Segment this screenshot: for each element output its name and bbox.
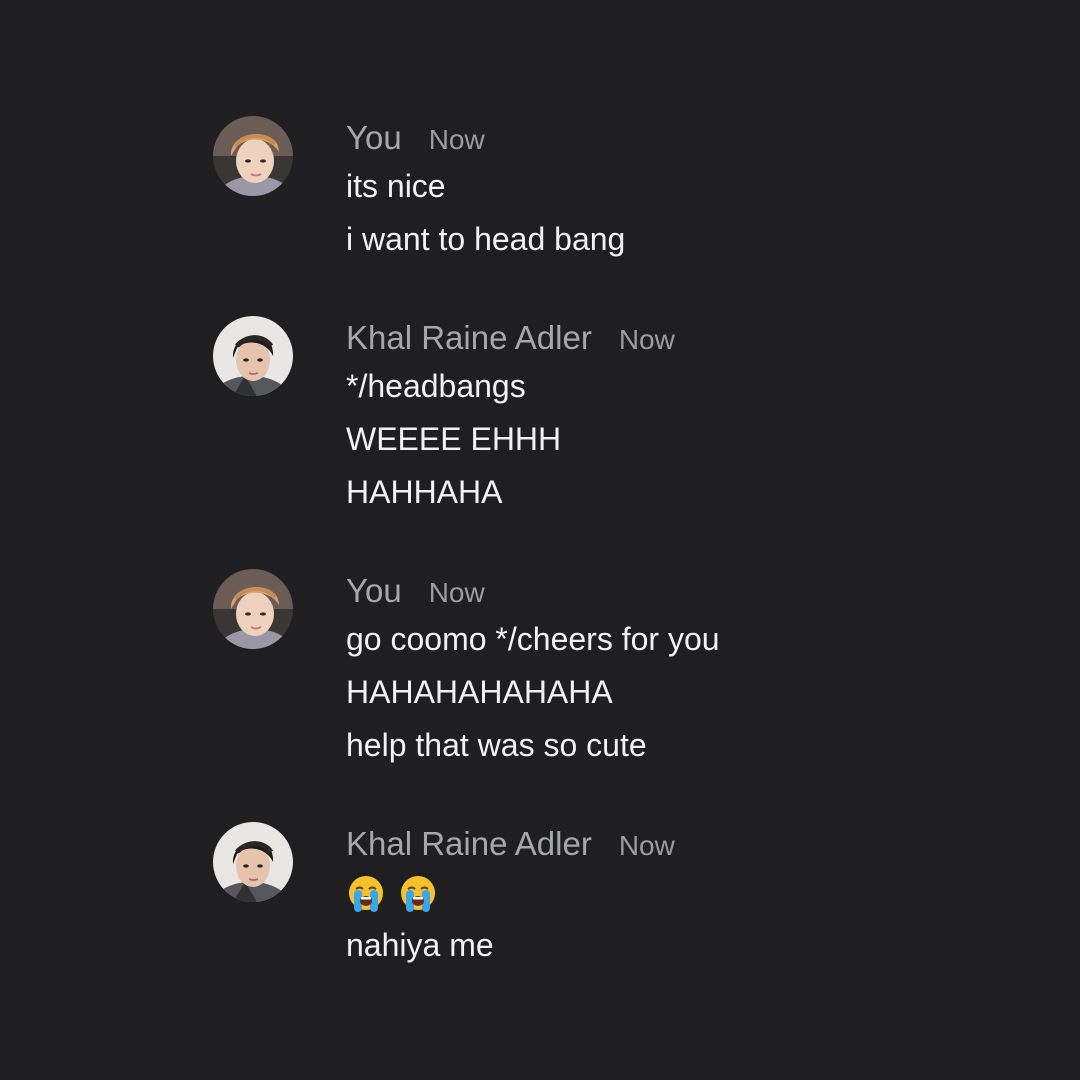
message-timestamp: Now [618, 324, 675, 355]
message-timestamp: Now [428, 577, 485, 608]
message-timestamp: Now [428, 124, 485, 155]
message-content: Khal Raine Adler Now */headbangs WEEEE E… [346, 316, 675, 519]
message-text: HAHAHAHAHAHA [346, 674, 613, 710]
message-header: You Now [346, 569, 720, 613]
message-content: You Now go coomo */cheers for you HAHAHA… [346, 569, 720, 772]
message-text: i want to head bang [346, 221, 626, 257]
loudly-crying-face-icon [401, 875, 435, 912]
author-name: Khal Raine Adler [346, 319, 592, 356]
self-avatar[interactable] [213, 116, 293, 196]
contact-avatar[interactable] [213, 822, 293, 902]
message-text: its nice [346, 168, 446, 204]
author-name: Khal Raine Adler [346, 825, 592, 862]
message-text: go coomo */cheers for you [346, 621, 720, 657]
message-text: HAHHAHA [346, 474, 503, 510]
contact-avatar[interactable] [213, 316, 293, 396]
author-name: You [346, 119, 402, 156]
message-header: Khal Raine Adler Now [346, 822, 675, 866]
message-text: nahiya me [346, 927, 494, 963]
contact-avatar-image [213, 822, 293, 902]
emoji-row [346, 866, 675, 919]
chat-thread: You Now its nice i want to head bang Kha… [0, 0, 1080, 1080]
author-name: You [346, 572, 402, 609]
message-header: You Now [346, 116, 625, 160]
contact-avatar-image [213, 316, 293, 396]
loudly-crying-face-icon [349, 875, 383, 912]
message-timestamp: Now [618, 830, 675, 861]
self-avatar-image [213, 116, 293, 196]
message-text: help that was so cute [346, 727, 647, 763]
self-avatar-image [213, 569, 293, 649]
message-text: */headbangs [346, 368, 526, 404]
self-avatar[interactable] [213, 569, 293, 649]
message-content: You Now its nice i want to head bang [346, 116, 625, 266]
message-header: Khal Raine Adler Now [346, 316, 675, 360]
message-content: Khal Raine Adler Now nahiya me [346, 822, 675, 972]
message-text: WEEEE EHHH [346, 421, 562, 457]
